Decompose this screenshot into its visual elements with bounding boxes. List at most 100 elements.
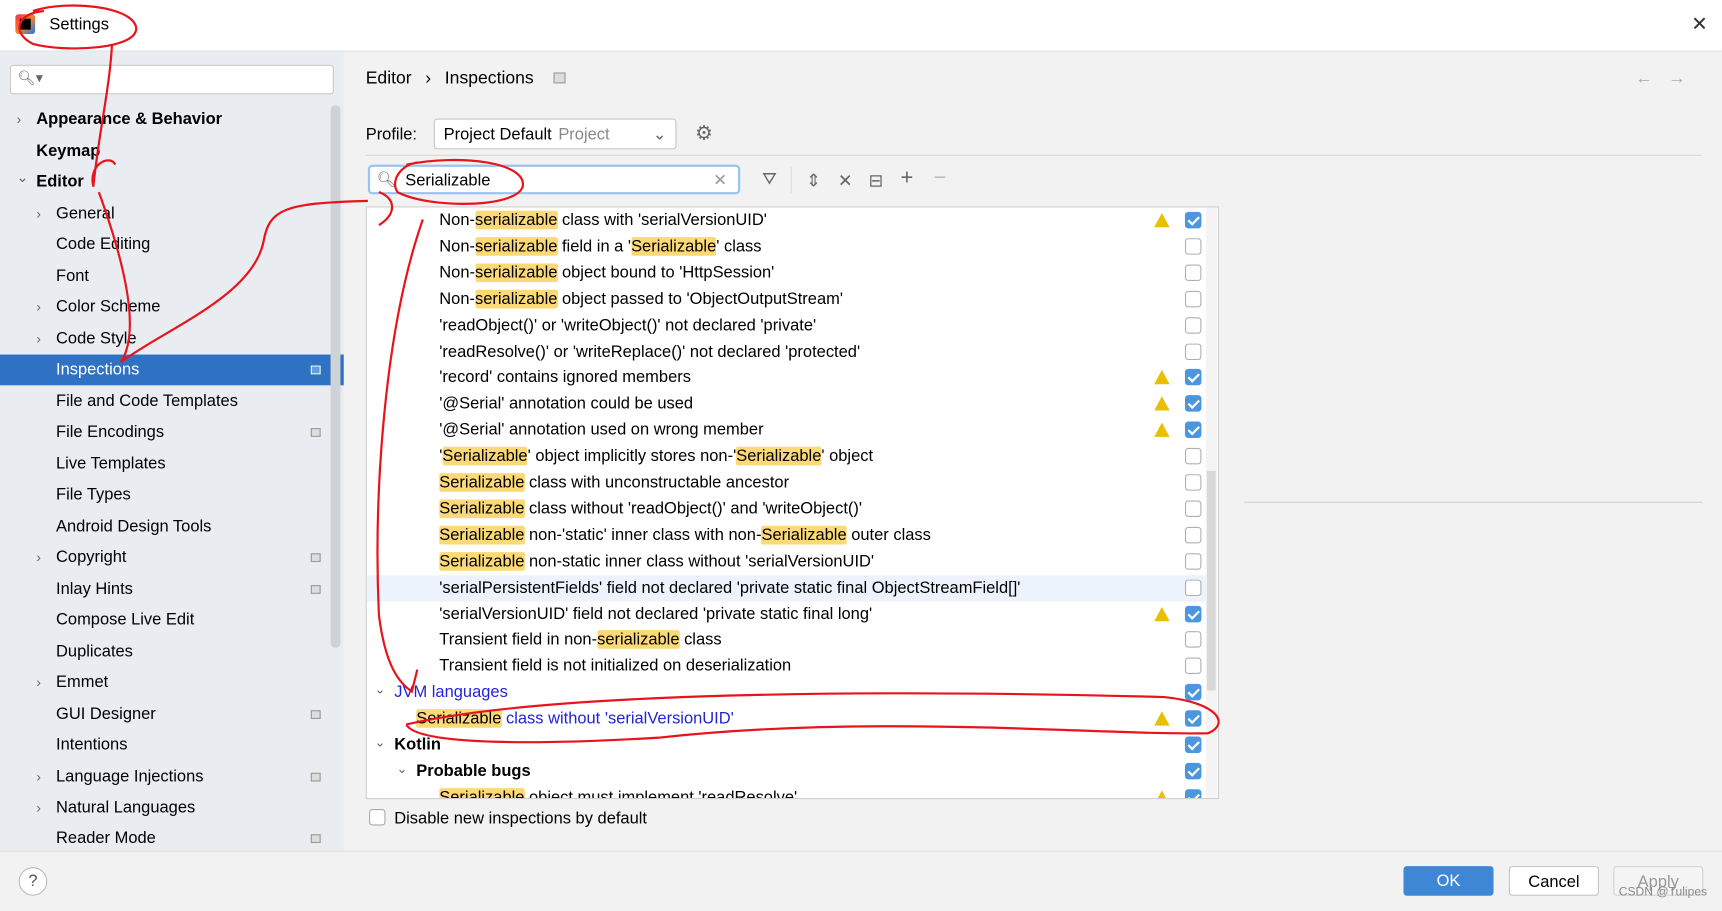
collapse-all-icon[interactable]: ✕ [838,170,853,192]
inspection-row[interactable]: Serializable non-static inner class with… [367,549,1206,575]
tree-group-row[interactable]: ⌄ Kotlin [367,732,1206,758]
sidebar-item-inlay-hints[interactable]: Inlay Hints [0,574,329,605]
breadcrumb-editor[interactable]: Editor [366,69,412,88]
enable-checkbox[interactable] [1184,264,1202,281]
sidebar-scrollbar[interactable] [330,105,341,648]
sidebar-item-live-templates[interactable]: Live Templates [0,449,329,480]
sidebar-item-file-types[interactable]: File Types [0,480,329,511]
sidebar-item-general[interactable]: › General [0,199,329,230]
sidebar-item-font[interactable]: Font [0,261,329,292]
chevron-right-icon[interactable]: › [16,104,21,135]
cancel-button[interactable]: Cancel [1508,866,1599,896]
enable-checkbox[interactable] [1184,211,1202,229]
inspection-row[interactable]: Serializable class without 'readObject()… [367,496,1206,522]
disable-new-inspections-label[interactable]: Disable new inspections by default [394,809,647,828]
inspection-row[interactable]: Non-serializable class with 'serialVersi… [367,207,1206,233]
profile-dropdown[interactable]: Project Default Project ⌄ [433,118,677,150]
enable-checkbox[interactable] [1184,526,1202,544]
enable-checkbox[interactable] [1184,579,1202,596]
sidebar-item-intentions[interactable]: Intentions [0,730,329,761]
enable-checkbox[interactable] [1184,290,1202,308]
chevron-down-icon[interactable]: ⌄ [374,729,385,755]
chevron-down-icon[interactable]: ⌄ [396,755,407,781]
enable-checkbox[interactable] [1184,552,1202,570]
add-icon[interactable]: + [901,166,914,191]
close-icon[interactable]: ✕ [1691,13,1708,36]
enable-checkbox[interactable] [1184,395,1202,412]
enable-checkbox[interactable] [1184,238,1202,255]
inspection-row[interactable]: 'serialPersistentFields' field not decla… [366,574,1206,602]
inspection-row[interactable]: Non-serializable object bound to 'HttpSe… [367,260,1206,286]
tree-group-row[interactable]: ⌄ JVM languages [367,680,1206,706]
chevron-down-icon[interactable]: ⌄ [16,162,28,193]
inspection-search-input[interactable] [405,169,702,191]
enable-checkbox[interactable] [1184,369,1202,386]
chevron-right-icon[interactable]: › [36,793,41,824]
filter-icon[interactable]: ⛛ [762,170,777,190]
sidebar-item-reader-mode[interactable]: Reader Mode [0,823,329,854]
sidebar-item-code-style[interactable]: › Code Style [0,324,329,355]
inspection-row[interactable]: Serializable object must implement 'read… [367,785,1206,799]
help-button[interactable]: ? [18,867,48,896]
enable-checkbox[interactable] [1184,474,1202,491]
inspection-row[interactable]: 'readResolve()' or 'writeReplace()' not … [367,339,1206,365]
inspection-row[interactable]: '@Serial' annotation could be used [367,391,1206,417]
arrow-left-icon[interactable]: ← [1635,69,1653,89]
enable-checkbox[interactable] [1184,657,1202,675]
sidebar-item-keymap[interactable]: Keymap [0,136,329,167]
tree-scrollbar-thumb[interactable] [1206,470,1216,691]
inspection-row[interactable]: Transient field in non-serializable clas… [367,627,1206,653]
chevron-right-icon[interactable]: › [36,762,41,793]
enable-checkbox[interactable] [1184,500,1202,517]
sidebar-item-android-design-tools[interactable]: Android Design Tools [0,512,329,543]
enable-checkbox[interactable] [1184,631,1202,649]
enable-checkbox[interactable] [1184,710,1202,727]
enable-checkbox[interactable] [1184,605,1202,622]
inspection-row[interactable]: 'readObject()' or 'writeObject()' not de… [367,312,1206,338]
sidebar-item-file-encodings[interactable]: File Encodings [0,417,329,448]
inspection-row[interactable]: Transient field is not initialized on de… [367,653,1206,679]
sidebar-item-compose-live-edit[interactable]: Compose Live Edit [0,605,329,636]
settings-search-input[interactable]: 🔍︎▾ [9,64,334,95]
sidebar-item-file-and-code-templates[interactable]: File and Code Templates [0,386,329,417]
chevron-right-icon[interactable]: › [36,292,41,323]
inspection-row[interactable]: 'record' contains ignored members [367,365,1206,391]
inspection-row[interactable]: Non-serializable object passed to 'Objec… [367,286,1206,312]
sidebar-item-gui-designer[interactable]: GUI Designer [0,699,329,730]
sidebar-item-editor[interactable]: ⌄ Editor [0,167,329,198]
sidebar-item-inspections[interactable]: Inspections [0,354,344,386]
chevron-right-icon[interactable]: › [36,324,41,355]
enable-checkbox[interactable] [1184,447,1202,465]
sidebar-item-copyright[interactable]: › Copyright [0,542,329,573]
sidebar-item-language-injections[interactable]: › Language Injections [0,762,329,793]
sidebar-item-color-scheme[interactable]: › Color Scheme [0,292,329,323]
sidebar-item-code-editing[interactable]: Code Editing [0,229,329,260]
enable-checkbox[interactable] [1184,736,1202,754]
enable-checkbox[interactable] [1184,343,1202,360]
gear-icon[interactable]: ⚙ [695,122,713,145]
clear-icon[interactable]: ✕ [713,170,727,190]
inspection-row[interactable]: Non-serializable field in a 'Serializabl… [367,234,1206,260]
enable-checkbox[interactable] [1184,316,1202,334]
inspection-row[interactable]: '@Serial' annotation used on wrong membe… [367,417,1206,443]
inspection-row[interactable]: Serializable non-'static' inner class wi… [367,522,1206,548]
inspection-row[interactable]: 'Serializable' object implicitly stores … [367,444,1206,470]
sidebar-item-appearance-behavior[interactable]: › Appearance & Behavior [0,104,329,135]
enable-checkbox[interactable] [1184,684,1202,701]
tree-group-row[interactable]: ⌄ Probable bugs [367,758,1206,784]
inspection-row[interactable]: Serializable class with unconstructable … [367,470,1206,496]
chevron-down-icon[interactable]: ⌄ [374,676,385,702]
ok-button[interactable]: OK [1403,866,1494,896]
inspection-search-field[interactable]: 🔍︎ ✕ [367,164,741,195]
sidebar-item-natural-languages[interactable]: › Natural Languages [0,793,329,824]
chevron-right-icon[interactable]: › [36,667,41,698]
arrow-right-icon[interactable]: → [1668,69,1686,89]
sidebar-item-emmet[interactable]: › Emmet [0,667,329,698]
disable-new-inspections-checkbox[interactable] [368,809,386,826]
enable-checkbox[interactable] [1184,762,1202,780]
enable-checkbox[interactable] [1184,421,1202,439]
inspection-row[interactable]: 'serialVersionUID' field not declared 'p… [367,601,1206,627]
expand-all-icon[interactable]: ⇕ [806,170,821,192]
chevron-right-icon[interactable]: › [36,199,41,230]
inspection-row[interactable]: Serializable class without 'serialVersio… [367,706,1206,732]
